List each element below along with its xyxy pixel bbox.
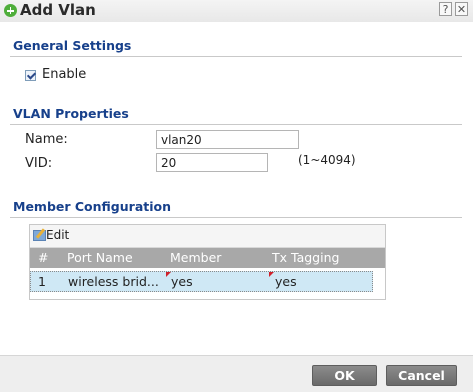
section-divider [10, 56, 462, 57]
edit-icon[interactable] [33, 230, 46, 241]
table-header: # Port Name Member Tx Tagging [30, 248, 385, 268]
cancel-button[interactable]: Cancel [386, 365, 457, 386]
column-header-index[interactable]: # [38, 250, 48, 265]
section-divider [10, 217, 462, 218]
table-row[interactable]: 1 wireless brid... yes yes [30, 271, 373, 292]
name-label: Name: [25, 132, 68, 147]
ok-button[interactable]: OK [312, 365, 377, 386]
dialog-footer: OK Cancel [0, 355, 473, 392]
help-icon[interactable]: ? [439, 2, 452, 16]
enable-checkbox[interactable] [25, 70, 36, 81]
add-vlan-dialog: Add Vlan ? ✕ General Settings Enable VLA… [0, 0, 473, 392]
row-tx-tagging[interactable]: yes [275, 274, 297, 289]
row-port-name: wireless brid... [68, 274, 159, 289]
vid-range-hint: (1~4094) [298, 153, 356, 167]
vid-input[interactable] [156, 153, 268, 172]
section-divider [10, 124, 462, 125]
vlan-properties-heading: VLAN Properties [13, 106, 129, 121]
row-member[interactable]: yes [171, 274, 193, 289]
add-icon [4, 4, 17, 17]
edited-cell-marker [269, 272, 274, 277]
member-configuration-heading: Member Configuration [13, 199, 172, 214]
column-header-port-name[interactable]: Port Name [67, 250, 133, 265]
row-index: 1 [38, 274, 46, 289]
name-input[interactable] [156, 130, 299, 149]
column-header-member[interactable]: Member [170, 250, 221, 265]
general-settings-heading: General Settings [13, 38, 132, 53]
close-icon[interactable]: ✕ [455, 2, 468, 16]
dialog-title: Add Vlan [20, 1, 96, 19]
edit-button[interactable]: Edit [46, 228, 69, 242]
vid-label: VID: [25, 156, 53, 171]
column-header-tx-tagging[interactable]: Tx Tagging [272, 250, 339, 265]
enable-label: Enable [42, 67, 87, 82]
dialog-titlebar: Add Vlan ? ✕ [0, 0, 473, 22]
table-toolbar: Edit [30, 225, 385, 248]
member-table: Edit # Port Name Member Tx Tagging 1 wir… [29, 224, 386, 300]
